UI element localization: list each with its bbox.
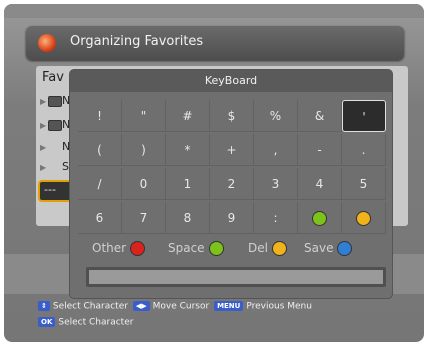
keyboard-key[interactable]: & bbox=[298, 100, 342, 132]
keyboard-key[interactable]: ' bbox=[342, 100, 386, 132]
keyboard-key[interactable]: 7 bbox=[122, 202, 166, 234]
footer-help-line: ⇕ Select Character ◀▶ Move Cursor MENU Prev… bbox=[38, 301, 312, 315]
footer-help-text: Move Cursor bbox=[152, 301, 210, 312]
favorites-item-label: N bbox=[62, 94, 71, 107]
keyboard-key[interactable]: 5 bbox=[342, 168, 386, 200]
keyboard-key[interactable]: 3 bbox=[254, 168, 298, 200]
keyboard-key[interactable]: 9 bbox=[210, 202, 254, 234]
save-legend-label: Save bbox=[304, 241, 334, 255]
tv-channel-icon bbox=[48, 120, 62, 131]
updown-key-icon: ⇕ bbox=[38, 301, 50, 311]
keyboard-key[interactable]: . bbox=[342, 134, 386, 166]
keyboard-key[interactable]: / bbox=[78, 168, 122, 200]
keyboard-key[interactable]: 4 bbox=[298, 168, 342, 200]
keyboard-key[interactable]: , bbox=[254, 134, 298, 166]
keyboard-key[interactable]: " bbox=[122, 100, 166, 132]
expand-arrow-icon: ▶ bbox=[40, 143, 47, 152]
red-button-icon bbox=[130, 241, 146, 256]
keyboard-key[interactable]: * bbox=[166, 134, 210, 166]
green-key-icon bbox=[312, 211, 327, 226]
keyboard-key[interactable] bbox=[298, 202, 342, 234]
space-legend[interactable]: Space bbox=[168, 241, 224, 256]
keyboard-key[interactable]: 6 bbox=[78, 202, 122, 234]
expand-arrow-icon: ▶ bbox=[40, 121, 47, 130]
keyboard-key[interactable]: ) bbox=[122, 134, 166, 166]
text-input-field[interactable] bbox=[86, 267, 386, 287]
keyboard-title: KeyBoard bbox=[70, 70, 392, 92]
keyboard-key[interactable]: - bbox=[298, 134, 342, 166]
space-legend-label: Space bbox=[168, 241, 205, 255]
yellow-button-icon bbox=[271, 241, 287, 256]
save-legend[interactable]: Save bbox=[304, 241, 353, 256]
background-stripe bbox=[4, 4, 424, 18]
keyboard-key[interactable]: + bbox=[210, 134, 254, 166]
keyboard-key[interactable]: 0 bbox=[122, 168, 166, 200]
keyboard-key[interactable]: # bbox=[166, 100, 210, 132]
favorites-item-label: N bbox=[62, 140, 71, 153]
keyboard-key[interactable]: % bbox=[254, 100, 298, 132]
favorites-item-label: S bbox=[62, 160, 69, 173]
other-legend-label: Other bbox=[92, 241, 127, 255]
favorites-item-label: N bbox=[62, 118, 71, 131]
footer-help-line: OK Select Character bbox=[38, 317, 133, 331]
favorites-selected-label: --- bbox=[44, 183, 56, 196]
keyboard-key[interactable]: 8 bbox=[166, 202, 210, 234]
leftright-key-icon: ◀▶ bbox=[132, 301, 150, 311]
tv-screen: Organizing Favorites Fav ▶ N ▶ N ▶ N ▶ S… bbox=[4, 4, 424, 342]
keyboard-key[interactable]: : bbox=[254, 202, 298, 234]
keyboard-key[interactable]: ( bbox=[78, 134, 122, 166]
keyboard-dialog: KeyBoard ! " # $% & ' () * +, -. /0 1 2 3 4 5 6 7 8 9: Othe… bbox=[70, 70, 392, 298]
keyboard-key[interactable]: 2 bbox=[210, 168, 254, 200]
page-title: Organizing Favorites bbox=[70, 34, 204, 49]
other-legend[interactable]: Other bbox=[92, 241, 146, 256]
ok-key-icon: OK bbox=[38, 317, 56, 327]
yellow-key-icon bbox=[356, 211, 371, 226]
footer-help: ⇕ Select Character ◀▶ Move Cursor MENU Prev… bbox=[38, 297, 408, 337]
keyboard-key[interactable] bbox=[342, 202, 386, 234]
header-bar: Organizing Favorites bbox=[26, 26, 404, 60]
footer-help-text: Select Character bbox=[58, 317, 134, 328]
footer-help-text: Previous Menu bbox=[246, 301, 312, 312]
favorites-heading: Fav bbox=[42, 70, 64, 85]
tv-channel-icon bbox=[48, 96, 62, 107]
footer-help-text: Select Character bbox=[52, 301, 128, 312]
green-button-icon bbox=[208, 241, 224, 256]
keyboard-key[interactable]: ! bbox=[78, 100, 122, 132]
brand-logo-icon bbox=[38, 34, 56, 52]
keyboard-key[interactable]: $ bbox=[210, 100, 254, 132]
expand-arrow-icon: ▶ bbox=[40, 97, 47, 106]
menu-key-icon: MENU bbox=[214, 301, 244, 311]
del-legend-label: Del bbox=[248, 241, 268, 255]
keyboard-key[interactable]: 1 bbox=[166, 168, 210, 200]
blue-button-icon bbox=[337, 241, 353, 256]
del-legend[interactable]: Del bbox=[248, 241, 287, 256]
expand-arrow-icon: ▶ bbox=[40, 163, 47, 172]
